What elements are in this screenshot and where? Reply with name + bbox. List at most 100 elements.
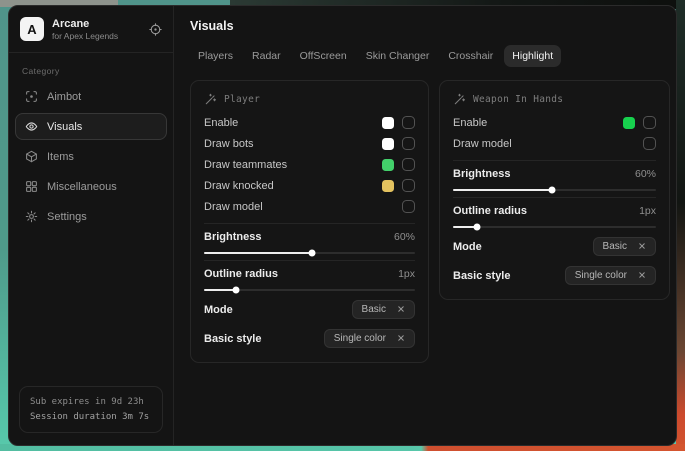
sidebar-item-items[interactable]: Items: [15, 143, 167, 170]
color-swatch[interactable]: [382, 180, 394, 192]
toggle-controls: [382, 158, 415, 171]
tab-radar[interactable]: Radar: [244, 45, 289, 67]
sidebar-item-label: Settings: [47, 211, 87, 223]
select-value: Single color: [575, 270, 627, 281]
panel-header: Weapon In Hands: [453, 93, 656, 106]
divider: [453, 197, 656, 198]
slider-track[interactable]: [204, 252, 415, 254]
app-window: A Arcane for Apex Legends Category Aimbo…: [8, 5, 677, 446]
slider-label: Brightness: [453, 168, 510, 180]
slider-row-brightness: Brightness 60%: [204, 231, 415, 254]
slider-header: Brightness 60%: [453, 168, 656, 180]
toggle-label: Draw bots: [204, 138, 254, 150]
slider-header: Brightness 60%: [204, 231, 415, 243]
close-icon[interactable]: [638, 242, 646, 252]
slider-value: 1px: [639, 205, 656, 217]
slider-row-outline-radius: Outline radius 1px: [204, 268, 415, 291]
select-pill[interactable]: Basic: [593, 237, 656, 256]
tab-highlight[interactable]: Highlight: [504, 45, 561, 67]
toggle-label: Enable: [453, 117, 487, 129]
checkbox[interactable]: [402, 200, 415, 213]
slider-thumb[interactable]: [232, 287, 239, 294]
panel-player: PlayerEnableDraw botsDraw teammatesDraw …: [190, 80, 429, 363]
slider-value: 60%: [635, 168, 656, 180]
slider-label: Outline radius: [453, 205, 527, 217]
app-name: Arcane: [52, 18, 118, 30]
panel-weapon-in-hands: Weapon In Hands Enable Draw model Brightnes…: [439, 80, 670, 300]
divider: [453, 160, 656, 161]
slider-track[interactable]: [453, 189, 656, 191]
app-subtitle: for Apex Legends: [52, 31, 118, 41]
slider-thumb[interactable]: [308, 250, 315, 257]
tab-crosshair[interactable]: Crosshair: [440, 45, 501, 67]
toggle-controls: [643, 137, 656, 150]
select-label: Mode: [453, 241, 482, 253]
slider-thumb[interactable]: [549, 187, 556, 194]
checkbox[interactable]: [643, 137, 656, 150]
aim-scan-icon: [25, 90, 38, 103]
target-icon[interactable]: [149, 23, 162, 36]
sidebar-item-settings[interactable]: Settings: [15, 203, 167, 230]
select-pill[interactable]: Single color: [324, 329, 415, 348]
toggle-row-draw-model: Draw model: [204, 196, 415, 217]
tab-skin-changer[interactable]: Skin Changer: [358, 45, 438, 67]
slider-header: Outline radius 1px: [204, 268, 415, 280]
color-swatch[interactable]: [382, 159, 394, 171]
tab-bar: PlayersRadarOffScreenSkin ChangerCrossha…: [190, 45, 670, 67]
color-swatch[interactable]: [382, 117, 394, 129]
sidebar-item-aimbot[interactable]: Aimbot: [15, 83, 167, 110]
slider-row-brightness: Brightness 60%: [453, 168, 656, 191]
select-pill[interactable]: Single color: [565, 266, 656, 285]
sidebar-item-label: Miscellaneous: [47, 181, 117, 193]
slider-label: Outline radius: [204, 268, 278, 280]
close-icon[interactable]: [397, 305, 405, 315]
select-row-basic-style: Basic styleSingle color: [204, 328, 415, 349]
select-value: Basic: [362, 304, 386, 315]
session-duration-text: Session duration 3m 7s: [30, 410, 152, 424]
select-value: Single color: [334, 333, 386, 344]
select-value: Basic: [603, 241, 627, 252]
tab-offscreen[interactable]: OffScreen: [292, 45, 355, 67]
checkbox[interactable]: [402, 137, 415, 150]
panel-title: Player: [224, 94, 260, 105]
slider-thumb[interactable]: [474, 224, 481, 231]
close-icon[interactable]: [397, 334, 405, 344]
slider-value: 60%: [394, 231, 415, 243]
slider-track[interactable]: [453, 226, 656, 228]
color-swatch[interactable]: [623, 117, 635, 129]
background-right-edge: [676, 0, 685, 451]
toggle-label: Draw model: [453, 138, 512, 150]
slider-value: 1px: [398, 268, 415, 280]
toggle-row-draw-model: Draw model: [453, 133, 656, 154]
toggle-controls: [623, 116, 656, 129]
checkbox[interactable]: [402, 116, 415, 129]
sidebar: A Arcane for Apex Legends Category Aimbo…: [9, 6, 174, 445]
color-swatch[interactable]: [382, 138, 394, 150]
checkbox[interactable]: [643, 116, 656, 129]
checkbox[interactable]: [402, 158, 415, 171]
sidebar-item-visuals[interactable]: Visuals: [15, 113, 167, 140]
settings-panels: PlayerEnableDraw botsDraw teammatesDraw …: [190, 80, 670, 363]
slider-track[interactable]: [204, 289, 415, 291]
close-icon[interactable]: [638, 271, 646, 281]
panel-header: Player: [204, 93, 415, 106]
toggle-controls: [382, 179, 415, 192]
toggle-row-enable: Enable: [453, 112, 656, 133]
sub-expiry-text: Sub expires in 9d 23h: [30, 395, 152, 409]
sidebar-nav: Aimbot Visuals Items Miscellaneous Settings: [9, 83, 173, 230]
select-pill[interactable]: Basic: [352, 300, 415, 319]
toggle-row-enable: Enable: [204, 112, 415, 133]
slider-fill: [204, 289, 236, 291]
slider-row-outline-radius: Outline radius 1px: [453, 205, 656, 228]
toggle-label: Draw model: [204, 201, 263, 213]
tab-players[interactable]: Players: [190, 45, 241, 67]
sidebar-item-miscellaneous[interactable]: Miscellaneous: [15, 173, 167, 200]
gear-icon: [25, 210, 38, 223]
toggle-label: Draw knocked: [204, 180, 274, 192]
select-row-mode: Mode Basic: [453, 236, 656, 257]
toggle-controls: [382, 116, 415, 129]
checkbox[interactable]: [402, 179, 415, 192]
main-area: Visuals PlayersRadarOffScreenSkin Change…: [174, 6, 677, 445]
slider-header: Outline radius 1px: [453, 205, 656, 217]
slider-label: Brightness: [204, 231, 261, 243]
